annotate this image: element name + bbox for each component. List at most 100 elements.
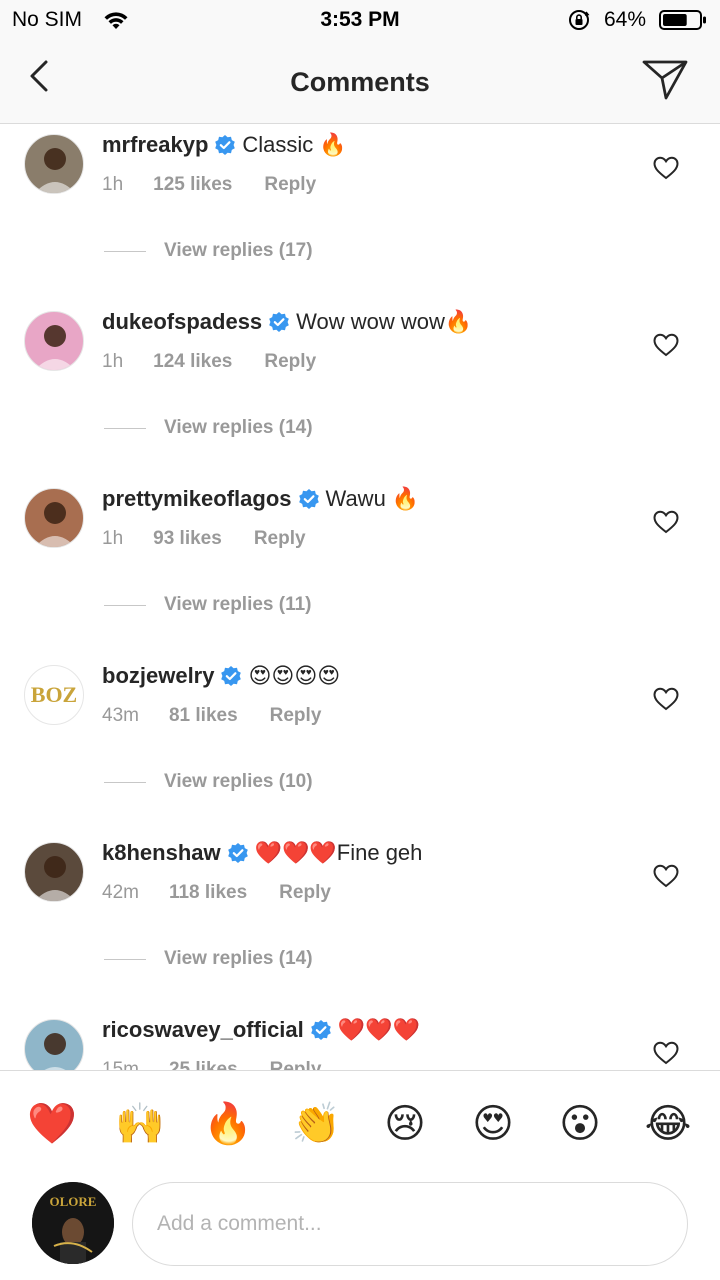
comment-meta: 1h 93 likes Reply: [102, 528, 306, 550]
avatar[interactable]: BOZ: [24, 665, 84, 725]
view-replies-button[interactable]: View replies (11): [104, 594, 312, 616]
reaction-emoji-button[interactable]: 🙌: [115, 1099, 165, 1149]
avatar-image: OLORE: [32, 1182, 114, 1264]
quick-reactions-bar: ❤️ 🙌 🔥 👏 😢 😍 😮 😂: [0, 1070, 720, 1174]
comment-meta: 15m 25 likes Reply: [102, 1059, 321, 1070]
username[interactable]: prettymikeoflagos: [102, 486, 292, 512]
comment-meta: 1h 124 likes Reply: [102, 351, 316, 373]
avatar[interactable]: [24, 134, 84, 194]
battery-percent: 64%: [604, 8, 647, 31]
reply-button[interactable]: Reply: [270, 705, 322, 727]
heart-icon[interactable]: [653, 1041, 679, 1065]
avatar-logo-text: OLORE: [50, 1194, 97, 1209]
view-replies-label: View replies (17): [164, 240, 313, 261]
reaction-emoji-button[interactable]: 😂: [643, 1099, 693, 1149]
reply-button[interactable]: Reply: [270, 1059, 322, 1070]
verified-badge-icon: [227, 842, 249, 864]
my-avatar[interactable]: OLORE: [32, 1182, 114, 1264]
orientation-lock-icon: [569, 10, 590, 30]
username[interactable]: k8henshaw: [102, 840, 221, 866]
likes-count[interactable]: 93 likes: [153, 528, 222, 550]
comment-body: ricoswavey_official ❤️❤️❤️: [102, 1017, 420, 1043]
heart-icon[interactable]: [653, 510, 679, 534]
verified-badge-icon: [310, 1019, 332, 1041]
divider: [104, 604, 146, 606]
boz-logo: BOZ: [30, 682, 78, 707]
comment-text: Wawu 🔥: [325, 486, 420, 511]
comment-row: BOZ bozjewelry 😍😍😍😍 43m 81 likes Reply View re…: [0, 655, 720, 832]
heart-icon[interactable]: [653, 156, 679, 180]
reaction-emoji-button[interactable]: 😍: [468, 1099, 518, 1149]
verified-badge-icon: [214, 134, 236, 156]
reply-button[interactable]: Reply: [264, 351, 316, 373]
view-replies-button[interactable]: View replies (17): [104, 240, 313, 262]
comment-row: mrfreakyp Classic 🔥 1h 125 likes Reply View r…: [0, 124, 720, 301]
comment-body: k8henshaw ❤️❤️❤️Fine geh: [102, 840, 422, 866]
comment-time: 43m: [102, 705, 139, 726]
comment-input[interactable]: [132, 1182, 688, 1266]
likes-count[interactable]: 125 likes: [153, 174, 232, 196]
view-replies-button[interactable]: View replies (14): [104, 948, 313, 970]
verified-badge-icon: [268, 311, 290, 333]
username[interactable]: ricoswavey_official: [102, 1017, 304, 1043]
reaction-emoji-button[interactable]: 👏: [291, 1099, 341, 1149]
avatar[interactable]: [24, 488, 84, 548]
reply-button[interactable]: Reply: [264, 174, 316, 196]
view-replies-label: View replies (10): [164, 771, 313, 792]
reaction-emoji-button[interactable]: ❤️: [27, 1099, 77, 1149]
view-replies-label: View replies (11): [164, 594, 312, 615]
likes-count[interactable]: 25 likes: [169, 1059, 238, 1070]
reply-button[interactable]: Reply: [279, 882, 331, 904]
header: Comments: [0, 40, 720, 124]
comment-time: 42m: [102, 882, 139, 903]
comment-meta: 1h 125 likes Reply: [102, 174, 316, 196]
comment-body: bozjewelry 😍😍😍😍: [102, 663, 340, 689]
username[interactable]: bozjewelry: [102, 663, 214, 689]
reply-button[interactable]: Reply: [254, 528, 306, 550]
reaction-emoji-button[interactable]: 🔥: [203, 1099, 253, 1149]
heart-icon[interactable]: [653, 687, 679, 711]
likes-count[interactable]: 124 likes: [153, 351, 232, 373]
view-replies-button[interactable]: View replies (10): [104, 771, 313, 793]
reaction-emoji-button[interactable]: 😢: [380, 1099, 430, 1149]
verified-badge-icon: [220, 665, 242, 687]
paper-plane-icon[interactable]: [640, 56, 692, 102]
status-bar: No SIM 3:53 PM 64%: [0, 0, 720, 40]
avatar[interactable]: [24, 311, 84, 371]
avatar-photo: [34, 502, 76, 547]
divider: [104, 781, 146, 783]
likes-count[interactable]: 118 likes: [169, 882, 247, 904]
username[interactable]: mrfreakyp: [102, 132, 208, 158]
comment-row: k8henshaw ❤️❤️❤️Fine geh 42m 118 likes Reply…: [0, 832, 720, 1009]
username[interactable]: dukeofspadess: [102, 309, 262, 335]
comment-text: ❤️❤️❤️: [337, 1017, 420, 1042]
comments-list: mrfreakyp Classic 🔥 1h 125 likes Reply View r…: [0, 124, 720, 1070]
comment-row: prettymikeoflagos Wawu 🔥 1h 93 likes Reply Vi…: [0, 478, 720, 655]
divider: [104, 427, 146, 429]
avatar[interactable]: [24, 842, 84, 902]
likes-count[interactable]: 81 likes: [169, 705, 238, 727]
page-title: Comments: [290, 67, 430, 97]
battery-icon: [659, 10, 706, 30]
comment-time: 15m: [102, 1059, 139, 1070]
comment-time: 1h: [102, 351, 124, 372]
view-replies-button[interactable]: View replies (14): [104, 417, 313, 439]
comment-meta: 42m 118 likes Reply: [102, 882, 331, 904]
view-replies-label: View replies (14): [164, 417, 313, 438]
heart-icon[interactable]: [653, 864, 679, 888]
comment-body: dukeofspadess Wow wow wow🔥: [102, 309, 472, 335]
comment-meta: 43m 81 likes Reply: [102, 705, 321, 727]
comment-time: 1h: [102, 174, 124, 195]
comment-row: dukeofspadess Wow wow wow🔥 1h 124 likes Repl…: [0, 301, 720, 478]
comment-text: 😍😍😍😍: [248, 663, 341, 688]
avatar-photo: [34, 856, 76, 901]
avatar[interactable]: [24, 1019, 84, 1070]
divider: [104, 958, 146, 960]
comment-composer: OLORE: [0, 1174, 720, 1280]
reaction-emoji-button[interactable]: 😮: [555, 1099, 605, 1149]
comment-body: mrfreakyp Classic 🔥: [102, 132, 347, 158]
heart-icon[interactable]: [653, 333, 679, 357]
comment-time: 1h: [102, 528, 124, 549]
view-replies-label: View replies (14): [164, 948, 313, 969]
avatar-photo: [34, 325, 76, 370]
